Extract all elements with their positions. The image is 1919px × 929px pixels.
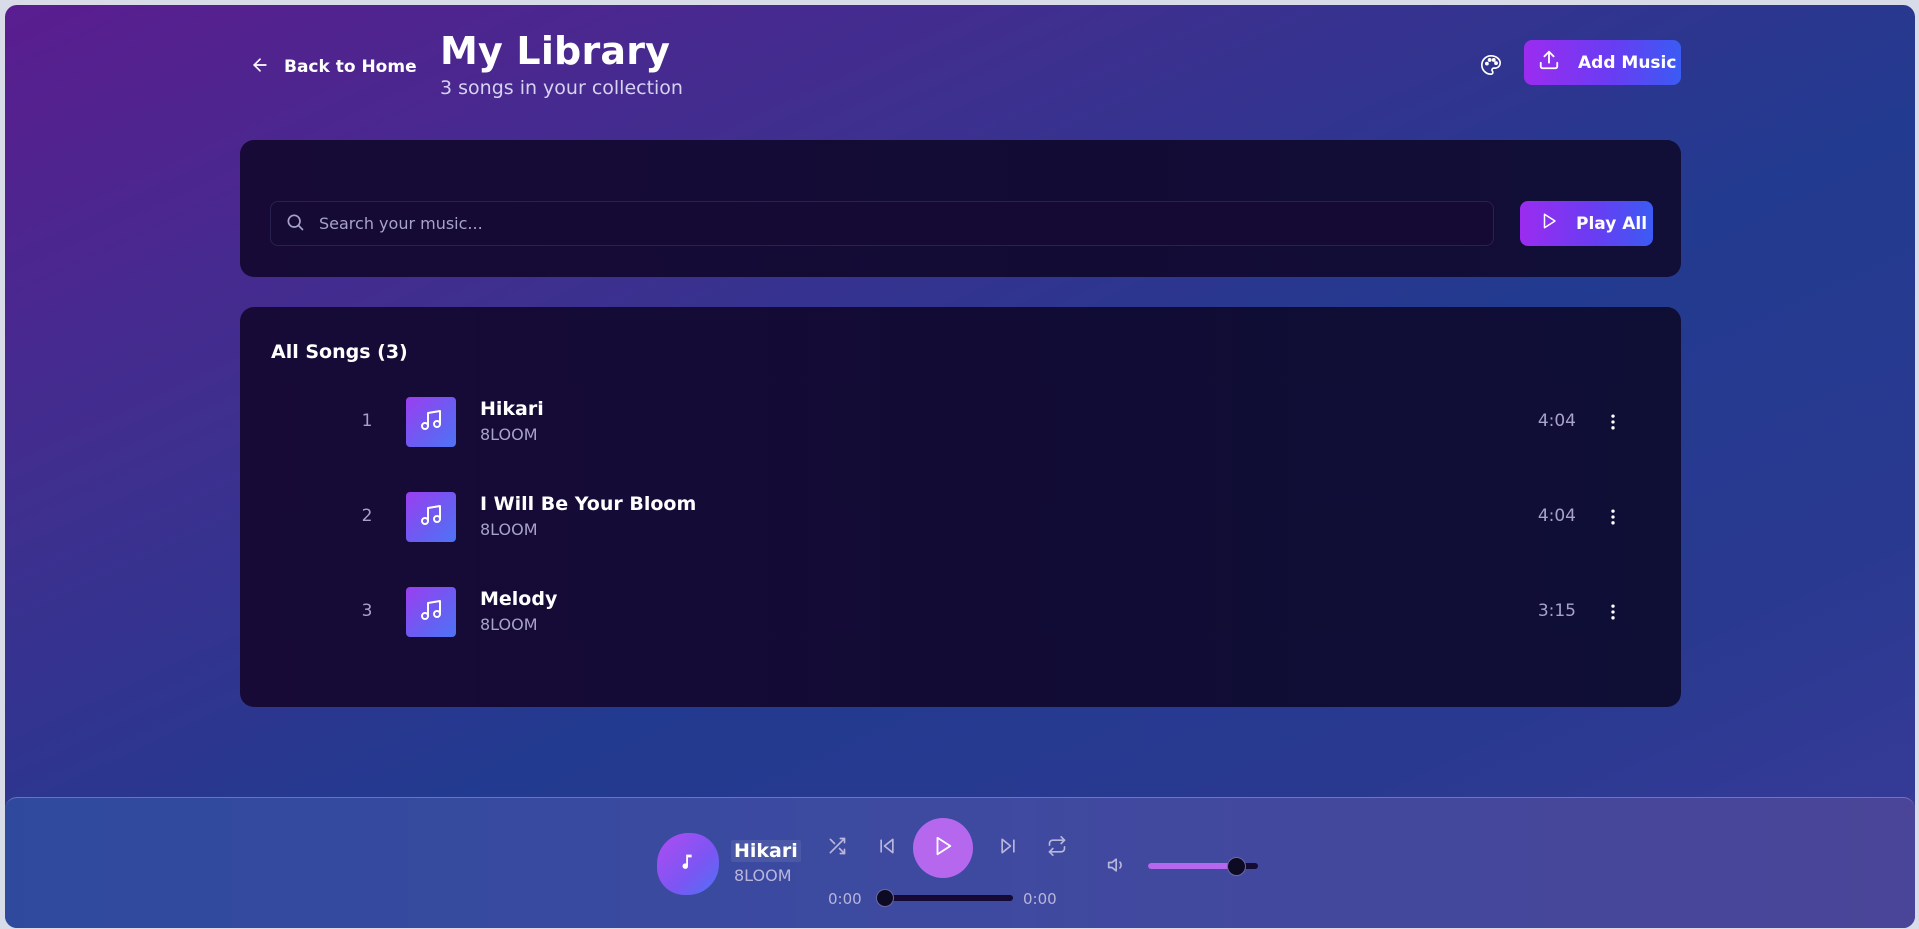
- play-icon: [1540, 212, 1558, 235]
- volume-icon: [1107, 855, 1127, 879]
- back-to-home-label: Back to Home: [284, 57, 417, 77]
- volume-fill: [1148, 863, 1236, 869]
- song-index: 1: [361, 411, 373, 431]
- back-to-home-link[interactable]: Back to Home: [250, 53, 417, 81]
- skip-forward-icon: [998, 836, 1018, 860]
- more-vertical-icon[interactable]: [1602, 409, 1624, 435]
- songs-heading: All Songs (3): [271, 341, 408, 363]
- search-panel: Play All: [240, 140, 1681, 277]
- more-vertical-icon[interactable]: [1602, 599, 1624, 625]
- now-playing-artist: 8LOOM: [734, 866, 792, 885]
- add-music-label: Add Music: [1578, 52, 1677, 73]
- progress-thumb[interactable]: [876, 889, 894, 907]
- music-note-icon: [677, 851, 699, 877]
- song-artwork: [406, 587, 456, 637]
- repeat-icon: [1047, 836, 1067, 860]
- progress-slider[interactable]: [876, 889, 1013, 907]
- previous-button[interactable]: [875, 836, 899, 860]
- song-title: Hikari: [480, 398, 544, 420]
- play-all-label: Play All: [1576, 213, 1648, 234]
- song-artwork: [406, 397, 456, 447]
- song-artist: 8LOOM: [480, 520, 538, 539]
- music-note-icon: [419, 408, 443, 436]
- skip-back-icon: [877, 836, 897, 860]
- upload-icon: [1538, 49, 1560, 76]
- volume-slider[interactable]: [1148, 857, 1258, 876]
- play-icon: [932, 835, 954, 861]
- next-button[interactable]: [996, 836, 1020, 860]
- song-index: 3: [361, 601, 373, 621]
- app-window: Back to Home My Library 3 songs in your …: [5, 5, 1915, 928]
- more-vertical-icon[interactable]: [1602, 504, 1624, 530]
- song-title: I Will Be Your Bloom: [480, 493, 697, 515]
- page-title: My Library: [440, 29, 671, 73]
- song-artist: 8LOOM: [480, 615, 538, 634]
- song-row[interactable]: 3 Melody 8LOOM 3:15: [240, 572, 1681, 652]
- arrow-left-icon: [250, 55, 270, 80]
- song-artwork: [406, 492, 456, 542]
- current-time: 0:00: [828, 890, 862, 908]
- now-playing-title: Hikari: [731, 840, 801, 862]
- now-playing-bar: Hikari 8LOOM 0:00 0:00: [5, 797, 1915, 928]
- repeat-button[interactable]: [1045, 836, 1069, 860]
- music-note-icon: [419, 598, 443, 626]
- play-pause-button[interactable]: [913, 818, 973, 878]
- song-index: 2: [361, 506, 373, 526]
- search-box[interactable]: [270, 201, 1494, 246]
- play-all-button[interactable]: Play All: [1520, 201, 1653, 246]
- songs-panel: All Songs (3) 1 Hikari 8LOOM 4:04 2 I Wi…: [240, 307, 1681, 707]
- song-artist: 8LOOM: [480, 425, 538, 444]
- volume-button[interactable]: [1106, 856, 1128, 878]
- music-note-icon: [419, 503, 443, 531]
- shuffle-icon: [827, 836, 847, 860]
- song-duration: 4:04: [1537, 506, 1576, 526]
- shuffle-button[interactable]: [825, 836, 849, 860]
- search-input[interactable]: [319, 214, 1419, 233]
- add-music-button[interactable]: Add Music: [1524, 40, 1681, 85]
- page-subtitle: 3 songs in your collection: [440, 77, 683, 99]
- song-row[interactable]: 2 I Will Be Your Bloom 8LOOM 4:04: [240, 477, 1681, 557]
- theme-button[interactable]: [1478, 54, 1504, 80]
- total-time: 0:00: [1023, 890, 1057, 908]
- song-row[interactable]: 1 Hikari 8LOOM 4:04: [240, 382, 1681, 462]
- now-playing-artwork: [657, 833, 719, 895]
- volume-thumb[interactable]: [1227, 857, 1246, 876]
- song-duration: 3:15: [1537, 601, 1576, 621]
- song-title: Melody: [480, 588, 558, 610]
- palette-icon: [1480, 54, 1502, 80]
- search-icon: [285, 212, 305, 236]
- song-duration: 4:04: [1537, 411, 1576, 431]
